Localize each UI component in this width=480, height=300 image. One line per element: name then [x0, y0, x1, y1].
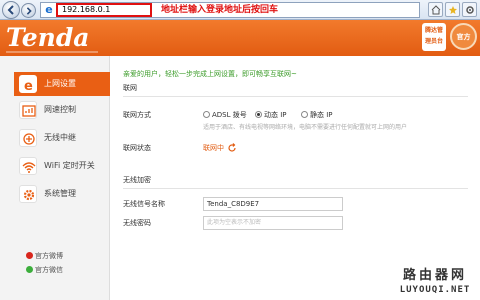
favorites-button[interactable]: [445, 2, 460, 17]
e-icon: e: [19, 75, 37, 93]
sidebar-item-wireless-repeater[interactable]: 无线中继: [14, 126, 110, 150]
official-seal[interactable]: 官方: [450, 23, 477, 50]
sidebar-item-label: 网速控制: [44, 105, 76, 114]
radio-label: ADSL 拨号: [212, 111, 247, 119]
address-highlight-box[interactable]: 192.168.0.1: [56, 3, 152, 17]
mode-hint: 适用于酒店、有线电视等网络环境，电脑不需要进行任何配置就可上网的用户: [203, 124, 408, 131]
section-title-network: 联网: [123, 84, 137, 92]
home-button[interactable]: [428, 2, 443, 17]
gear-icon: [466, 6, 474, 14]
logo-underline: [6, 51, 98, 53]
repeater-icon: [19, 129, 37, 147]
home-icon: [431, 5, 441, 15]
radio-static-ip[interactable]: 静态 IP: [301, 110, 333, 120]
radio-label: 静态 IP: [310, 111, 333, 119]
svg-text:e: e: [24, 79, 33, 92]
radio-dot: [203, 111, 210, 118]
router-header: Tenda 腾达管 理员台 官方: [0, 20, 480, 56]
sidebar-item-label: WiFi 定时开关: [44, 161, 95, 170]
wechat-label: 官方微信: [35, 266, 63, 274]
sidebar: e 上网设置 网速控制 无线中继 WiFi 定时开关 系统管理 官方微博 官方微…: [0, 56, 110, 300]
sidebar-item-system-management[interactable]: 系统管理: [14, 182, 110, 206]
radio-dot-selected: [255, 111, 262, 118]
ssid-input[interactable]: Tenda_C8D9E7: [203, 197, 343, 211]
arrow-left-icon: [7, 5, 14, 15]
radio-label: 动态 IP: [264, 111, 287, 119]
badge-line-2: 理员台: [424, 38, 443, 45]
ssid-label: 无线信号名称: [123, 200, 165, 208]
gear-icon: [19, 185, 37, 203]
address-bar[interactable]: e 192.168.0.1 地址栏输入登录地址后按回车: [40, 2, 420, 18]
section-title-wireless: 无线加密: [123, 176, 151, 184]
sidebar-item-label: 系统管理: [44, 189, 76, 198]
wechat-icon: [26, 266, 33, 273]
seal-text: 官方: [456, 33, 471, 41]
divider: [123, 188, 468, 189]
status-value: 联网中: [203, 144, 224, 152]
password-input[interactable]: 此项为空表示不加密: [203, 216, 343, 230]
weibo-label: 官方微博: [35, 252, 63, 260]
sidebar-item-speed-control[interactable]: 网速控制: [14, 98, 110, 122]
admin-badge[interactable]: 腾达管 理员台: [422, 23, 446, 51]
radio-adsl[interactable]: ADSL 拨号: [203, 110, 247, 120]
address-hint: 地址栏输入登录地址后按回车: [161, 5, 279, 15]
radio-dot: [301, 111, 308, 118]
arrow-right-icon: [26, 7, 32, 15]
wifi-icon: [19, 157, 37, 175]
browser-toolbar: e 192.168.0.1 地址栏输入登录地址后按回车: [0, 0, 480, 20]
watermark-en: LUYOUQI.NET: [399, 285, 471, 295]
password-label: 无线密码: [123, 219, 151, 227]
star-icon: [449, 6, 457, 14]
back-button[interactable]: [2, 1, 20, 19]
ie-icon: e: [45, 3, 53, 16]
browser-controls: [428, 2, 478, 18]
settings-button[interactable]: [462, 2, 477, 17]
main-content: 亲爱的用户，轻松一步完成上网设置，即可畅享互联网~ 联网 联网方式 ADSL 拨…: [111, 56, 480, 300]
sidebar-item-label: 上网设置: [44, 79, 76, 88]
tenda-logo: Tenda: [6, 23, 90, 52]
forward-button[interactable]: [21, 3, 36, 18]
watermark-cn: 路由器网: [402, 268, 467, 283]
sidebar-item-label: 无线中继: [44, 133, 76, 142]
badge-line-1: 腾达管: [424, 27, 443, 34]
speed-icon: [19, 101, 37, 119]
watermark: 路由器网 LUYOUQI.NET: [392, 268, 478, 298]
official-wechat-link[interactable]: 官方微信: [26, 266, 63, 275]
refresh-icon[interactable]: [227, 143, 237, 153]
divider: [123, 96, 468, 97]
welcome-text: 亲爱的用户，轻松一步完成上网设置，即可畅享互联网~: [123, 70, 297, 78]
official-weibo-link[interactable]: 官方微博: [26, 252, 63, 261]
address-text[interactable]: 192.168.0.1: [62, 5, 110, 15]
sidebar-item-internet-setup[interactable]: e 上网设置: [14, 72, 110, 96]
radio-dynamic-ip[interactable]: 动态 IP: [255, 110, 287, 120]
sidebar-item-wifi-schedule[interactable]: WiFi 定时开关: [14, 154, 110, 178]
status-label: 联网状态: [123, 144, 151, 152]
weibo-icon: [26, 252, 33, 259]
mode-label: 联网方式: [123, 111, 151, 119]
